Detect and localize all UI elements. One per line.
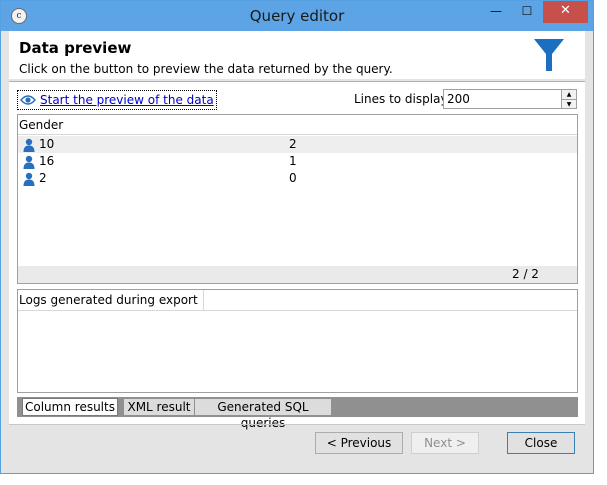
close-button[interactable]: Close: [507, 432, 575, 454]
lines-spinner[interactable]: ▲ ▼: [561, 89, 577, 109]
funnel-icon: [534, 39, 564, 71]
preview-grid[interactable]: Gender 10 2 16 1 2 0 2 / 2: [17, 114, 578, 284]
cell-gender: 16: [39, 154, 55, 168]
next-button[interactable]: Next >: [411, 432, 479, 454]
spin-down-icon[interactable]: ▼: [562, 100, 576, 109]
maximize-button[interactable]: ☐: [513, 1, 541, 23]
table-row[interactable]: 2 0: [18, 170, 577, 187]
close-window-button[interactable]: ✕: [543, 1, 588, 23]
lines-to-display-label: Lines to display:: [354, 92, 451, 106]
cell-count: 2: [289, 137, 297, 151]
tab-generated-sql-queries[interactable]: Generated SQL queries: [195, 399, 331, 430]
cell-count: 1: [289, 154, 297, 168]
step-header: Data preview Click on the button to prev…: [9, 31, 585, 79]
tab-column-results[interactable]: Column results: [22, 398, 118, 416]
result-tabs: Column results XML result Generated SQL …: [17, 397, 578, 430]
query-editor-window: c Query editor — ☐ ✕ Data preview Click …: [0, 0, 594, 474]
page-title: Data preview: [19, 39, 132, 57]
table-row[interactable]: 10 2: [18, 136, 577, 153]
page-indicator: 2 / 2: [512, 267, 539, 281]
start-preview-label: Start the preview of the data: [40, 93, 214, 107]
logs-header-label: Logs generated during export: [19, 293, 198, 307]
grid-footer: 2 / 2: [18, 266, 577, 283]
table-row[interactable]: 16 1: [18, 153, 577, 170]
content-panel: Start the preview of the data Lines to d…: [9, 82, 585, 430]
title-bar[interactable]: c Query editor — ☐ ✕: [1, 1, 593, 31]
minimize-button[interactable]: —: [483, 1, 509, 23]
eye-icon: [20, 95, 36, 105]
column-gender-label: Gender: [19, 118, 64, 132]
lines-to-display-input[interactable]: 200: [443, 89, 564, 109]
tab-xml-result[interactable]: XML result: [124, 399, 194, 415]
footer-divider: [9, 424, 585, 425]
previous-button[interactable]: < Previous: [315, 432, 403, 454]
logs-column-header[interactable]: Logs generated during export: [18, 290, 577, 311]
page-subtitle: Click on the button to preview the data …: [19, 62, 393, 76]
grid-column-header[interactable]: Gender: [18, 115, 577, 135]
person-icon: [23, 172, 35, 186]
column-divider: [203, 290, 204, 310]
start-preview-link[interactable]: Start the preview of the data: [17, 90, 217, 110]
person-icon: [23, 155, 35, 169]
spin-up-icon[interactable]: ▲: [562, 90, 576, 100]
export-logs-panel[interactable]: Logs generated during export: [17, 289, 578, 393]
cell-gender: 2: [39, 171, 47, 185]
cell-count: 0: [289, 171, 297, 185]
cell-gender: 10: [39, 137, 55, 151]
person-icon: [23, 138, 35, 152]
